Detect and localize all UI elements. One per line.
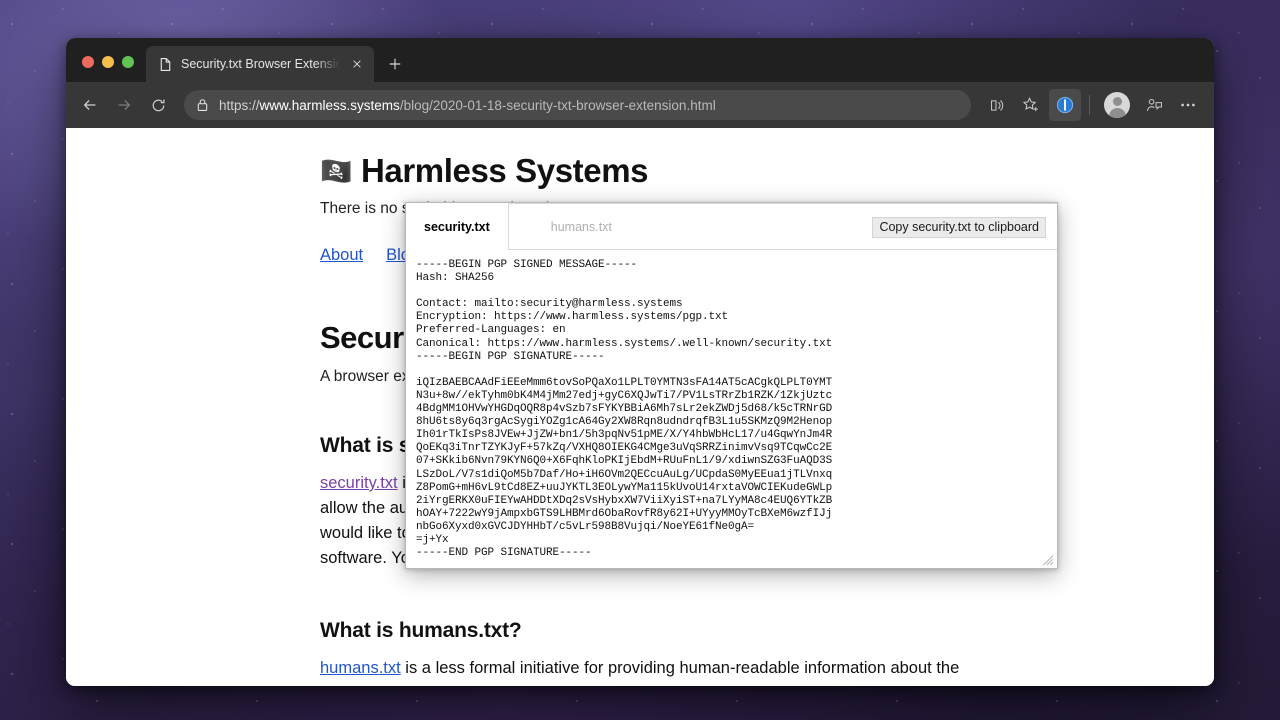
- reload-icon[interactable]: [142, 89, 174, 121]
- resize-grip-icon[interactable]: [1042, 553, 1054, 566]
- browser-window: Security.txt Browser Extension - https:/…: [66, 38, 1214, 686]
- popup-tab-bar: security.txt humans.txt Copy security.tx…: [406, 203, 1057, 250]
- section-paragraph-humans-txt: humans.txt is a less formal initiative f…: [320, 656, 966, 686]
- profile-avatar-icon[interactable]: [1104, 92, 1130, 118]
- link-security-txt-spec[interactable]: security.txt: [320, 474, 398, 492]
- url-host: www.harmless.systems: [259, 97, 400, 113]
- popup-tab-security-txt[interactable]: security.txt: [406, 203, 508, 250]
- address-bar[interactable]: https://www.harmless.systems/blog/2020-0…: [184, 90, 971, 120]
- paragraph-text-b: file as an example.: [701, 684, 843, 686]
- lock-icon: [196, 98, 209, 112]
- copy-to-clipboard-button[interactable]: Copy security.txt to clipboard: [872, 217, 1046, 238]
- desktop-background: Security.txt Browser Extension - https:/…: [0, 0, 1280, 720]
- tab-title: Security.txt Browser Extension -: [181, 57, 340, 71]
- close-window-button[interactable]: [82, 56, 94, 68]
- minimize-window-button[interactable]: [102, 56, 114, 68]
- document-icon: [158, 57, 173, 72]
- security-txt-content: -----BEGIN PGP SIGNED MESSAGE----- Hash:…: [416, 259, 833, 560]
- favorites-star-icon[interactable]: [1015, 89, 1047, 121]
- site-title-text: Harmless Systems: [360, 152, 649, 189]
- browser-tab[interactable]: Security.txt Browser Extension -: [146, 46, 374, 82]
- maximize-window-button[interactable]: [122, 56, 134, 68]
- popup-tab-humans-txt[interactable]: humans.txt: [533, 220, 630, 234]
- read-aloud-icon[interactable]: [981, 89, 1013, 121]
- nav-link-about[interactable]: About: [320, 246, 363, 265]
- url-scheme: https://: [219, 97, 260, 113]
- page-viewport: 🏴‍☠️ Harmless Systems There is no such t…: [66, 128, 1214, 686]
- security-txt-extension-icon[interactable]: [1049, 89, 1081, 121]
- forward-arrow-icon[interactable]: [108, 89, 140, 121]
- popup-tab-humans-txt-container[interactable]: humans.txt Copy security.txt to clipboar…: [507, 203, 1057, 250]
- window-traffic-lights: [66, 56, 146, 82]
- browser-toolbar: https://www.harmless.systems/blog/2020-0…: [66, 82, 1214, 128]
- extension-popup: security.txt humans.txt Copy security.tx…: [405, 202, 1058, 569]
- close-tab-button[interactable]: [348, 55, 366, 73]
- site-title: 🏴‍☠️ Harmless Systems: [320, 152, 1214, 190]
- tab-strip: Security.txt Browser Extension -: [66, 38, 1214, 82]
- back-arrow-icon[interactable]: [74, 89, 106, 121]
- paragraph-text-a: is a less formal initiative for providin…: [320, 659, 960, 686]
- link-view-our-humans-txt[interactable]: view our humans.txt: [554, 684, 701, 686]
- popup-content-area[interactable]: -----BEGIN PGP SIGNED MESSAGE----- Hash:…: [406, 250, 1057, 568]
- collections-icon[interactable]: [1138, 89, 1170, 121]
- new-tab-button[interactable]: [380, 49, 410, 79]
- settings-and-more-icon[interactable]: [1172, 89, 1204, 121]
- url-text: https://www.harmless.systems/blog/2020-0…: [219, 98, 716, 113]
- pirate-flag-icon: 🏴‍☠️: [320, 156, 352, 186]
- link-humans-txt-spec[interactable]: humans.txt: [320, 659, 401, 677]
- toolbar-divider: [1089, 95, 1090, 115]
- url-path: /blog/2020-01-18-security-txt-browser-ex…: [399, 97, 716, 113]
- section-heading-humans-txt: What is humans.txt?: [320, 619, 522, 642]
